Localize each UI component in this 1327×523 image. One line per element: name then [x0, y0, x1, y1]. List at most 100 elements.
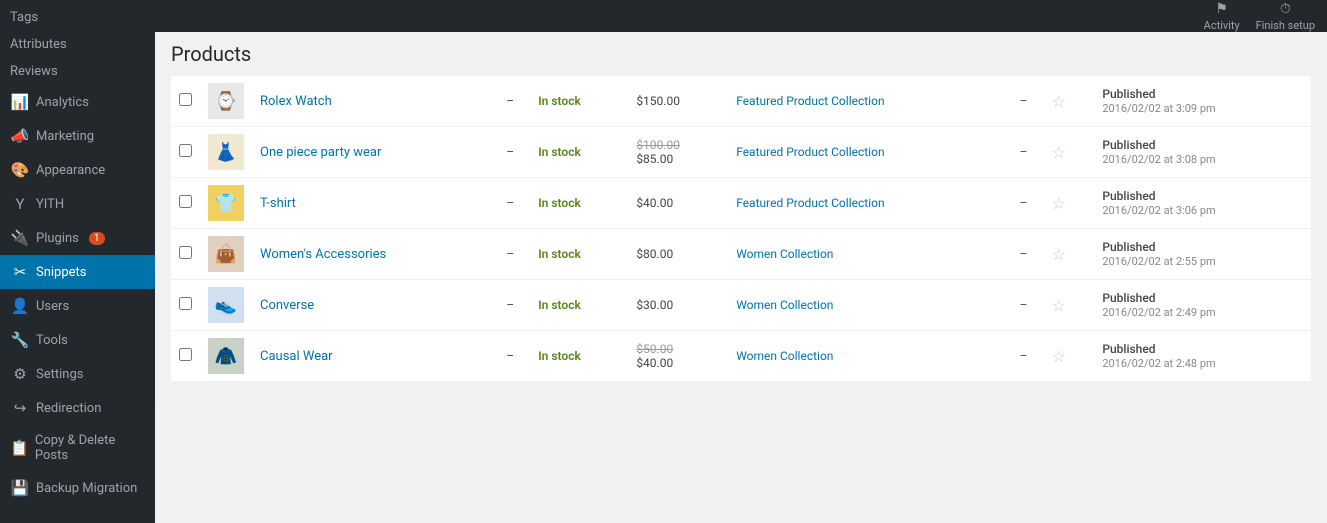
stock-status: In stock [538, 298, 581, 312]
dash2-cell: – [1004, 229, 1044, 280]
activity-button[interactable]: ⚑ Activity [1204, 1, 1240, 32]
product-name[interactable]: Women's Accessories [260, 247, 386, 262]
product-name[interactable]: Rolex Watch [260, 94, 332, 109]
price: $30.00 [636, 298, 673, 312]
stock-status: In stock [538, 349, 581, 363]
table-row: 👜 Women's Accessories – In stock $80.00 … [171, 229, 1311, 280]
star-cell: ☆ [1044, 76, 1095, 127]
dash1-cell: – [490, 280, 530, 331]
redirection-icon: ↪ [10, 399, 30, 417]
product-category[interactable]: Featured Product Collection [736, 94, 884, 108]
dash2-cell: – [1004, 331, 1044, 382]
product-category[interactable]: Featured Product Collection [736, 196, 884, 210]
row-checkbox[interactable] [179, 348, 192, 361]
sidebar-item-label: Plugins [36, 231, 79, 246]
star-button[interactable]: ☆ [1052, 347, 1066, 366]
product-thumbnail: 👗 [208, 134, 244, 170]
marketing-icon: 📣 [10, 127, 30, 145]
product-thumbnail-cell: 👗 [200, 127, 252, 178]
product-category[interactable]: Women Collection [736, 247, 833, 261]
row-checkbox[interactable] [179, 297, 192, 310]
stock-status: In stock [538, 247, 581, 261]
sidebar-item-plugins[interactable]: 🔌 Plugins 1 [0, 221, 155, 255]
sidebar-item-backup-migration[interactable]: 💾 Backup Migration [0, 471, 155, 505]
sidebar-item-yith[interactable]: Y YITH [0, 187, 155, 221]
publish-date: 2016/02/02 at 2:48 pm [1102, 357, 1215, 370]
stock-cell: In stock [530, 331, 628, 382]
price-cell: $40.00 [628, 178, 728, 229]
price-cell: $100.00 $85.00 [628, 127, 728, 178]
sidebar-item-users[interactable]: 👤 Users [0, 289, 155, 323]
product-name[interactable]: One piece party wear [260, 145, 381, 160]
sidebar-item-settings[interactable]: ⚙ Settings [0, 357, 155, 391]
row-checkbox[interactable] [179, 144, 192, 157]
product-thumbnail-cell: ⌚ [200, 76, 252, 127]
sidebar-item-snippets[interactable]: ✂ Snippets [0, 255, 155, 289]
product-name-cell: Converse [252, 280, 490, 331]
row-checkbox[interactable] [179, 246, 192, 259]
product-name[interactable]: Converse [260, 298, 314, 313]
row-checkbox-cell [171, 178, 200, 229]
product-name-cell: Rolex Watch [252, 76, 490, 127]
publish-status: Published [1102, 342, 1155, 356]
publish-status: Published [1102, 240, 1155, 254]
sidebar-link-reviews[interactable]: Reviews [0, 58, 155, 85]
category-cell: Featured Product Collection [728, 178, 1003, 229]
sidebar-item-marketing[interactable]: 📣 Marketing [0, 119, 155, 153]
price: $150.00 [636, 94, 680, 108]
star-button[interactable]: ☆ [1052, 296, 1066, 315]
dash1-cell: – [490, 178, 530, 229]
product-name-cell: Causal Wear [252, 331, 490, 382]
product-thumbnail-cell: 🧥 [200, 331, 252, 382]
content-area: Products ⌚ Rolex Watch – In stock $150.0… [155, 32, 1327, 523]
star-cell: ☆ [1044, 178, 1095, 229]
star-button[interactable]: ☆ [1052, 245, 1066, 264]
dash1-cell: – [490, 76, 530, 127]
price-cell: $50.00 $40.00 [628, 331, 728, 382]
star-button[interactable]: ☆ [1052, 194, 1066, 213]
product-name[interactable]: T-shirt [260, 196, 296, 211]
product-category[interactable]: Women Collection [736, 349, 833, 363]
publish-status: Published [1102, 138, 1155, 152]
row-checkbox[interactable] [179, 93, 192, 106]
price-cell: $30.00 [628, 280, 728, 331]
table-row: 👟 Converse – In stock $30.00 Women Colle… [171, 280, 1311, 331]
sidebar-item-label: Backup Migration [36, 481, 137, 496]
sidebar-item-label: Users [36, 299, 69, 314]
status-cell: Published 2016/02/02 at 2:48 pm [1094, 331, 1311, 382]
dash2-cell: – [1004, 178, 1044, 229]
stock-cell: In stock [530, 280, 628, 331]
category-cell: Women Collection [728, 280, 1003, 331]
copy-icon: 📋 [10, 439, 29, 457]
sidebar: Tags Attributes Reviews 📊 Analytics 📣 Ma… [0, 0, 155, 523]
product-thumbnail-cell: 👜 [200, 229, 252, 280]
sidebar-link-attributes[interactable]: Attributes [0, 31, 155, 58]
tools-icon: 🔧 [10, 331, 30, 349]
finish-setup-button[interactable]: ⏱ Finish setup [1256, 1, 1315, 32]
plugins-icon: 🔌 [10, 229, 30, 247]
sidebar-item-label: Appearance [36, 163, 105, 178]
product-name-cell: T-shirt [252, 178, 490, 229]
sidebar-item-analytics[interactable]: 📊 Analytics [0, 85, 155, 119]
sidebar-item-label: Tools [36, 333, 68, 348]
product-category[interactable]: Women Collection [736, 298, 833, 312]
publish-date: 2016/02/02 at 3:09 pm [1102, 102, 1215, 115]
row-checkbox[interactable] [179, 195, 192, 208]
sidebar-item-appearance[interactable]: 🎨 Appearance [0, 153, 155, 187]
sidebar-item-label: Marketing [36, 129, 94, 144]
product-category[interactable]: Featured Product Collection [736, 145, 884, 159]
sidebar-item-tools[interactable]: 🔧 Tools [0, 323, 155, 357]
product-thumbnail-cell: 👟 [200, 280, 252, 331]
star-button[interactable]: ☆ [1052, 92, 1066, 111]
sidebar-item-redirection[interactable]: ↪ Redirection [0, 391, 155, 425]
product-thumbnail: 👜 [208, 236, 244, 272]
row-checkbox-cell [171, 76, 200, 127]
sidebar-link-tags[interactable]: Tags [0, 4, 155, 31]
sidebar-item-copy-delete-posts[interactable]: 📋 Copy & Delete Posts [0, 425, 155, 471]
category-cell: Featured Product Collection [728, 76, 1003, 127]
price-cell: $80.00 [628, 229, 728, 280]
product-name[interactable]: Causal Wear [260, 349, 333, 364]
star-button[interactable]: ☆ [1052, 143, 1066, 162]
publish-status: Published [1102, 87, 1155, 101]
sidebar-item-label: Redirection [36, 401, 101, 416]
